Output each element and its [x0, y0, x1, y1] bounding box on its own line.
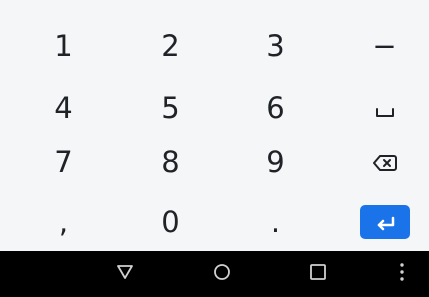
key-7[interactable]: 7 [10, 131, 117, 192]
key-8-label: 8 [161, 144, 180, 179]
home-circle-icon [213, 263, 231, 285]
key-5[interactable]: 5 [117, 77, 224, 138]
space-icon [375, 91, 395, 125]
key-period[interactable]: . [222, 191, 329, 252]
key-minus[interactable]: − [331, 15, 429, 76]
key-9[interactable]: 9 [222, 131, 329, 192]
key-2[interactable]: 2 [117, 15, 224, 76]
key-3[interactable]: 3 [222, 15, 329, 76]
key-3-label: 3 [266, 28, 285, 63]
menu-button[interactable] [382, 251, 422, 297]
enter-key[interactable] [331, 191, 429, 252]
menu-dots-icon [399, 262, 405, 286]
key-9-label: 9 [266, 144, 285, 179]
key-comma[interactable]: , [10, 191, 117, 252]
backspace-icon [372, 145, 397, 179]
backspace-key[interactable] [331, 131, 429, 192]
back-button[interactable] [104, 251, 146, 297]
enter-key-background [359, 204, 410, 239]
enter-icon [374, 205, 396, 239]
space-key[interactable] [331, 77, 429, 138]
key-4-label: 4 [54, 90, 73, 125]
key-7-label: 7 [54, 144, 73, 179]
navigation-bar [0, 251, 429, 297]
key-period-label: . [270, 204, 281, 239]
key-minus-label: − [372, 28, 397, 63]
home-button[interactable] [201, 251, 243, 297]
back-triangle-icon [116, 264, 134, 284]
key-comma-label: , [58, 204, 69, 239]
key-0-label: 0 [161, 204, 180, 239]
key-4[interactable]: 4 [10, 77, 117, 138]
key-1-label: 1 [54, 28, 73, 63]
recents-square-icon [309, 263, 327, 285]
key-5-label: 5 [161, 90, 180, 125]
key-6-label: 6 [266, 90, 285, 125]
numeric-keyboard: 1 2 3 − 4 5 6 7 8 9 , 0 . [0, 0, 429, 251]
recents-button[interactable] [297, 251, 339, 297]
key-1[interactable]: 1 [10, 15, 117, 76]
key-6[interactable]: 6 [222, 77, 329, 138]
key-2-label: 2 [161, 28, 180, 63]
key-0[interactable]: 0 [117, 191, 224, 252]
key-8[interactable]: 8 [117, 131, 224, 192]
